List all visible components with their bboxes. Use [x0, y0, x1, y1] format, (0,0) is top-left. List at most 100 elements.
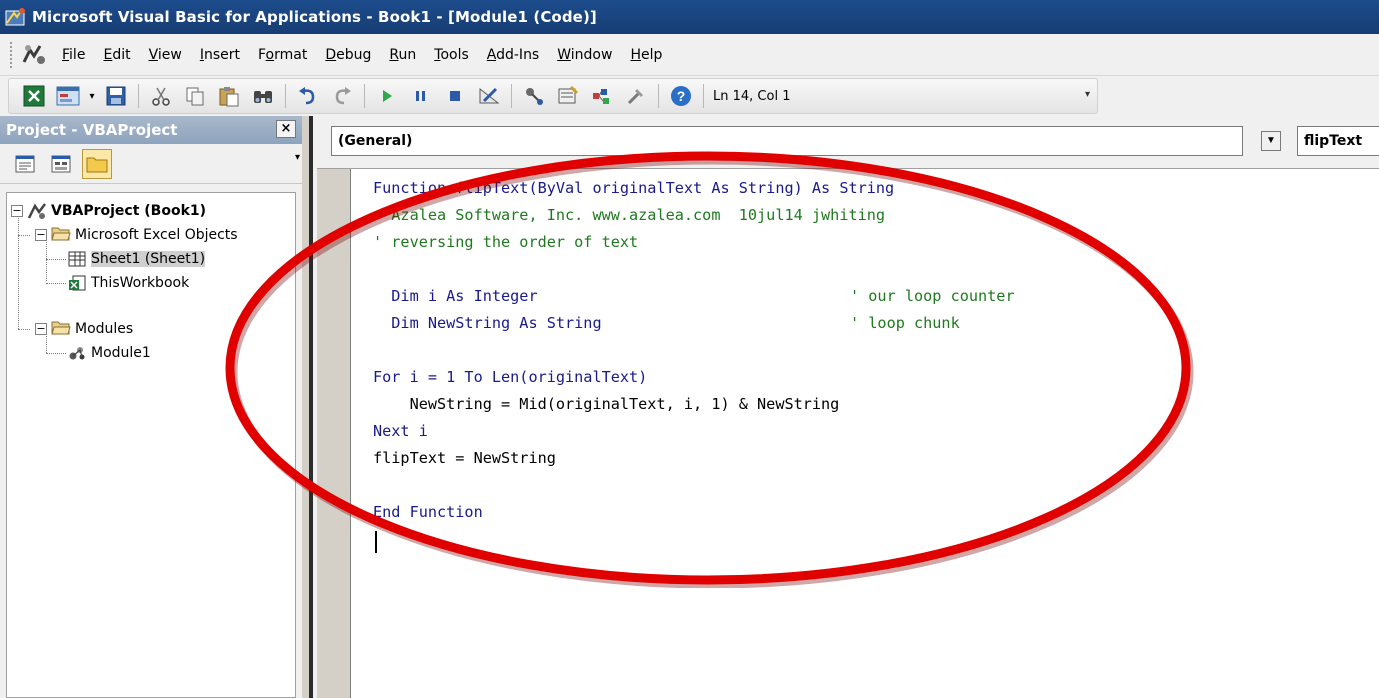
panel-options-icon[interactable]: ▾ — [295, 152, 300, 163]
tree-connector — [46, 353, 66, 354]
tree-item-label: VBAProject (Book1) — [51, 203, 207, 219]
menu-insert[interactable]: Insert — [192, 47, 250, 63]
menu-add-ins[interactable]: Add-Ins — [479, 47, 549, 63]
insert-userform-icon[interactable] — [55, 83, 81, 109]
view-excel-icon[interactable] — [21, 83, 47, 109]
cursor-position: Ln 14, Col 1 — [713, 88, 791, 104]
menu-help[interactable]: Help — [622, 47, 672, 63]
code-line[interactable]: Azalea Software, Inc. www.azalea.com 10j… — [373, 202, 885, 229]
vba-app-icon[interactable] — [4, 5, 28, 29]
code-comment[interactable]: ' our loop counter — [850, 283, 1015, 310]
collapse-icon[interactable]: − — [35, 229, 47, 241]
menu-bar: File Edit View Insert Format Debug Run T… — [0, 34, 1379, 76]
tree-item-module1[interactable]: Module1 — [67, 341, 151, 365]
copy-icon[interactable] — [182, 83, 208, 109]
code-line[interactable]: flipText = NewString — [373, 445, 556, 472]
code-line[interactable]: Dim i As Integer — [373, 283, 537, 310]
view-code-button[interactable] — [10, 149, 40, 179]
help-icon[interactable]: ? — [668, 83, 694, 109]
redo-icon[interactable] — [329, 83, 355, 109]
tree-item-sheet1[interactable]: Sheet1 (Sheet1) — [67, 247, 206, 271]
run-icon[interactable] — [374, 83, 400, 109]
code-line[interactable]: Function flipText(ByVal originalText As … — [373, 175, 894, 202]
toolbar-separator — [703, 84, 704, 108]
title-bar: Microsoft Visual Basic for Applications … — [0, 0, 1379, 34]
menu-run[interactable]: Run — [381, 47, 426, 63]
toolbar-strip: ▾ ? Ln 14, Col 1 ▾ — [8, 78, 1098, 114]
tree-item-label: Module1 — [91, 345, 151, 361]
menu-window[interactable]: Window — [549, 47, 622, 63]
toolbar-options-icon[interactable]: ▾ — [1085, 89, 1095, 109]
object-browser-icon[interactable] — [589, 83, 615, 109]
toolbar-separator — [364, 84, 365, 108]
view-object-button[interactable] — [46, 149, 76, 179]
reset-icon[interactable] — [442, 83, 468, 109]
menu-debug[interactable]: Debug — [317, 47, 381, 63]
tree-item-vbaproject[interactable]: − VBAProject (Book1) — [11, 199, 206, 223]
code-comment[interactable]: ' loop chunk — [850, 310, 960, 337]
code-line[interactable]: ' reversing the order of text — [373, 229, 638, 256]
menu-view[interactable]: View — [141, 47, 192, 63]
tree-connector — [18, 235, 30, 236]
toolbar-separator — [658, 84, 659, 108]
folder-open-icon — [51, 226, 71, 244]
object-combo-dropdown-icon[interactable]: ▼ — [1261, 131, 1281, 151]
vba-project-icon — [27, 202, 47, 220]
window-title: Microsoft Visual Basic for Applications … — [32, 8, 597, 26]
properties-window-icon[interactable] — [555, 83, 581, 109]
tree-item-label: ThisWorkbook — [91, 275, 190, 291]
tree-item-excel-objects[interactable]: − Microsoft Excel Objects — [35, 223, 238, 247]
project-explorer-icon[interactable] — [521, 83, 547, 109]
code-editor[interactable]: Function flipText(ByVal originalText As … — [317, 168, 1379, 698]
save-icon[interactable] — [103, 83, 129, 109]
tree-item-thisworkbook[interactable]: ThisWorkbook — [67, 271, 189, 295]
code-line[interactable]: NewString = Mid(originalText, i, 1) & Ne… — [373, 391, 840, 418]
procedure-combo-value: flipText — [1304, 133, 1363, 149]
menu-file[interactable]: File — [54, 47, 95, 63]
dropdown-arrow-icon[interactable]: ▾ — [87, 83, 97, 109]
margin-indicator-bar[interactable] — [317, 169, 351, 698]
object-combo-value: (General) — [338, 133, 413, 149]
code-line[interactable]: For i = 1 To Len(originalText) — [373, 364, 647, 391]
project-tree: − VBAProject (Book1) − Microsoft Excel O… — [6, 192, 296, 698]
break-icon[interactable] — [408, 83, 434, 109]
project-explorer: Project - VBAProject × ▾ − VBAProject (B… — [0, 116, 302, 698]
menubar-grip[interactable] — [10, 41, 14, 68]
code-window: (General) ▼ flipText Function flipText(B… — [309, 116, 1379, 698]
object-combo[interactable]: (General) — [331, 126, 1243, 156]
tree-connector — [46, 283, 66, 284]
project-explorer-title: Project - VBAProject — [6, 121, 178, 139]
vba-menu-icon[interactable] — [20, 42, 48, 68]
close-project-explorer-button[interactable]: × — [276, 120, 296, 138]
worksheet-icon — [67, 250, 87, 268]
undo-icon[interactable] — [295, 83, 321, 109]
toolbar-separator — [511, 84, 512, 108]
menu-format[interactable]: Format — [250, 47, 317, 63]
tree-connector — [18, 211, 19, 329]
collapse-icon[interactable]: − — [11, 205, 23, 217]
svg-text:?: ? — [677, 88, 686, 104]
tree-item-label: Modules — [75, 321, 134, 337]
toggle-folders-button[interactable] — [82, 148, 112, 179]
cut-icon[interactable] — [148, 83, 174, 109]
module-icon — [67, 344, 87, 362]
folder-open-icon — [51, 320, 71, 338]
tree-item-modules[interactable]: − Modules — [35, 317, 133, 341]
tree-connector — [46, 259, 66, 260]
code-line[interactable]: Dim NewString As String — [373, 310, 601, 337]
paste-icon[interactable] — [216, 83, 242, 109]
code-line[interactable]: Next i — [373, 418, 428, 445]
collapse-icon[interactable]: − — [35, 323, 47, 335]
code-line[interactable]: End Function — [373, 499, 483, 526]
menu-tools[interactable]: Tools — [426, 47, 479, 63]
toolbox-icon[interactable] — [623, 83, 649, 109]
tree-item-label: Sheet1 (Sheet1) — [91, 251, 206, 267]
tree-connector — [18, 329, 30, 330]
find-icon[interactable] — [250, 83, 276, 109]
text-caret — [375, 531, 377, 553]
code-selectors: (General) ▼ flipText — [327, 126, 1379, 160]
procedure-combo[interactable]: flipText — [1297, 126, 1379, 156]
menu-edit[interactable]: Edit — [95, 47, 140, 63]
design-mode-icon[interactable] — [476, 83, 502, 109]
standard-toolbar: ▾ ? Ln 14, Col 1 ▾ — [0, 76, 1379, 116]
